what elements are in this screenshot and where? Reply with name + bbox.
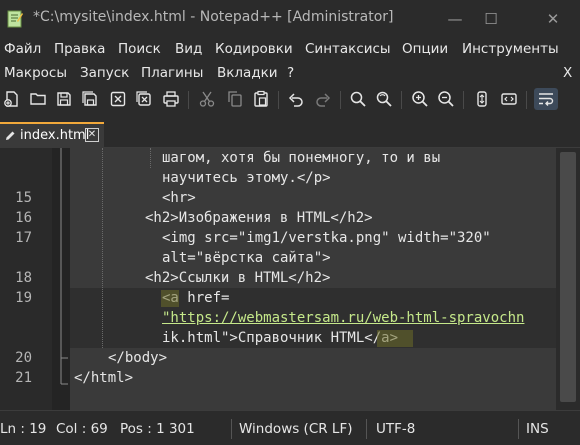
menu-run[interactable]: Запуск (80, 65, 129, 81)
copy-icon[interactable] (224, 88, 246, 110)
window-title: *C:\mysite\index.html - Notepad++ [Admin… (33, 9, 394, 25)
line-number: 21 (15, 370, 32, 386)
menu-view[interactable]: Вид (175, 41, 202, 57)
cut-icon[interactable] (196, 88, 218, 110)
redo-icon[interactable] (312, 88, 334, 110)
toolbar-separator (526, 91, 527, 109)
toolbar-separator (401, 91, 402, 109)
sync-scroll-icon[interactable] (471, 88, 493, 110)
tab-close-button[interactable]: ✕ (85, 128, 99, 142)
status-separator (366, 419, 367, 439)
replace-icon[interactable] (373, 88, 395, 110)
show-all-chars-icon[interactable] (534, 88, 558, 110)
status-eol: Windows (CR LF) (239, 421, 353, 437)
menu-bar-row2: Макросы Запуск Плагины Вкладки ? X (0, 62, 580, 87)
title-bar: *C:\mysite\index.html - Notepad++ [Admin… (0, 0, 580, 38)
close-document-button[interactable]: X (563, 65, 572, 81)
zoom-out-icon[interactable] (435, 88, 457, 110)
menu-tools[interactable]: Инструменты (462, 41, 559, 57)
toolbar-separator (188, 91, 189, 109)
print-icon[interactable] (160, 88, 182, 110)
close-window-button[interactable]: ✕ (530, 0, 576, 38)
zoom-in-icon[interactable] (409, 88, 431, 110)
word-wrap-icon[interactable] (498, 88, 520, 110)
paste-icon[interactable] (250, 88, 272, 110)
maximize-button[interactable]: ☐ (468, 0, 514, 38)
code-line: <h2>Ссылки в HTML</h2> (145, 270, 331, 286)
status-position: Pos : 1 301 (120, 421, 195, 437)
code-line: </html> (74, 370, 134, 386)
toolbar-separator (463, 91, 464, 109)
code-line: ik.html">Справочник HTML</a> (162, 330, 399, 346)
menu-search[interactable]: Поиск (118, 41, 161, 57)
toolbar-separator (278, 91, 279, 109)
status-insert-mode: INS (526, 421, 549, 437)
notepad-plus-plus-icon (7, 10, 23, 28)
pencil-icon (6, 131, 15, 140)
status-separator (518, 419, 519, 439)
code-line: шагом, хотя бы понемногу, то и вы (162, 150, 441, 166)
tab-index-html[interactable]: index.html ✕ (0, 122, 104, 148)
code-line: <h2>Изображения в HTML</h2> (145, 210, 373, 226)
toolbar-separator (340, 91, 341, 109)
menu-macros[interactable]: Макросы (4, 65, 67, 81)
find-icon[interactable] (347, 88, 369, 110)
status-bar: Ln : 19 Col : 69 Pos : 1 301 Windows (CR… (0, 410, 580, 445)
menu-help[interactable]: ? (287, 65, 294, 81)
code-line-link: "https://webmastersam.ru/web-html-spravo… (162, 310, 525, 326)
fold-markers (60, 148, 68, 385)
code-line: <hr> (162, 190, 196, 206)
menu-syntax[interactable]: Синтаксисы (305, 41, 391, 57)
save-icon[interactable] (53, 88, 75, 110)
undo-icon[interactable] (285, 88, 307, 110)
line-number: 15 (15, 190, 32, 206)
status-separator (231, 419, 232, 439)
menu-options[interactable]: Опции (402, 41, 448, 57)
line-number: 16 (15, 210, 32, 226)
menu-file[interactable]: Файл (4, 41, 41, 57)
tab-bar: index.html ✕ (0, 114, 580, 148)
menu-plugins[interactable]: Плагины (141, 65, 203, 81)
menu-tabs[interactable]: Вкладки (217, 65, 278, 81)
status-line: Ln : 19 (0, 421, 47, 437)
tab-label: index.html (20, 128, 90, 143)
line-number: 17 (15, 230, 32, 246)
close-file-icon[interactable] (107, 88, 129, 110)
code-line: <img src="img1/verstka.png" width="320" (162, 230, 491, 246)
open-file-icon[interactable] (27, 88, 49, 110)
code-editor[interactable]: 15 16 17 18 19 20 21 шагом, хотя бы поне… (0, 148, 580, 410)
close-all-icon[interactable] (133, 88, 155, 110)
status-encoding: UTF-8 (376, 421, 416, 437)
save-all-icon[interactable] (79, 88, 101, 110)
code-line: alt="вёрстка сайта"> (162, 250, 331, 266)
new-file-icon[interactable] (1, 88, 23, 110)
menu-bar: Файл Правка Поиск Вид Кодировки Синтакси… (0, 38, 580, 63)
status-column: Col : 69 (56, 421, 108, 437)
line-number: 19 (15, 290, 32, 306)
indent-guide (102, 148, 103, 348)
tag-match-highlight (161, 290, 179, 307)
code-line: </body> (108, 350, 168, 366)
code-line: научитесь этому.</p> (162, 170, 331, 186)
vertical-scrollbar-thumb[interactable] (560, 152, 576, 402)
menu-encoding[interactable]: Кодировки (215, 41, 293, 57)
tag-match-highlight (377, 330, 413, 347)
menu-edit[interactable]: Правка (54, 41, 105, 57)
toolbar (0, 86, 580, 114)
indent-guide (150, 148, 151, 168)
line-number: 20 (15, 350, 32, 366)
line-number: 18 (15, 270, 32, 286)
